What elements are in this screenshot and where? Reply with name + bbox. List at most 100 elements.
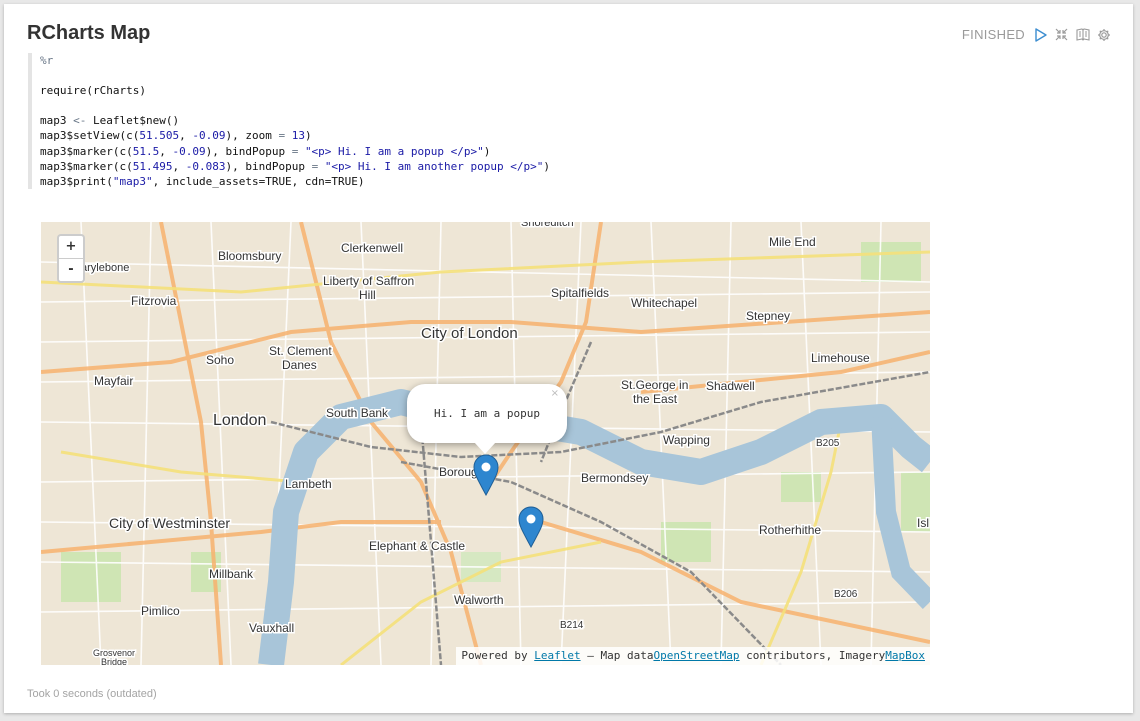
map-place-label: Clerkenwell xyxy=(341,241,403,255)
code-token: ) xyxy=(543,159,550,173)
code-token: require(rCharts) xyxy=(40,84,146,98)
map-place-label: Limehouse xyxy=(811,351,870,365)
map-marker-2[interactable] xyxy=(518,506,544,548)
attribution-prefix: Powered by xyxy=(461,649,535,662)
code-line: require(rCharts) xyxy=(40,83,928,98)
popup-text: Hi. I am a popup xyxy=(434,407,540,420)
code-token: map3$marker(c( xyxy=(40,159,133,173)
code-token: -0.09 xyxy=(192,129,226,143)
code-token: ), bindPopup xyxy=(225,159,312,173)
zoom-in-button[interactable]: + xyxy=(59,236,83,258)
map-place-label: Hill xyxy=(359,288,376,302)
book-icon[interactable] xyxy=(1075,27,1090,42)
paragraph-title[interactable]: RCharts Map xyxy=(27,22,150,45)
map-place-label: Shadwell xyxy=(706,379,755,393)
leaflet-link[interactable]: Leaflet xyxy=(534,649,580,662)
code-line: map3$marker(c(51.5, -0.09), bindPopup = … xyxy=(40,144,928,159)
map-place-label: City of Westminster xyxy=(109,515,230,531)
code-token: , xyxy=(159,144,173,158)
code-token: -0.083 xyxy=(185,159,226,173)
map-place-label: Bloomsbury xyxy=(218,249,281,263)
map-place-label: the East xyxy=(633,392,678,406)
code-token: ), bindPopup xyxy=(205,144,292,158)
code-token: 13 xyxy=(291,129,305,143)
code-line: map3$print("map3", include_assets=TRUE, … xyxy=(40,174,928,189)
map-place-label: Shoreditch xyxy=(521,222,574,229)
map-place-label: London xyxy=(213,412,266,429)
code-token: map3$marker(c( xyxy=(40,144,133,158)
run-icon[interactable] xyxy=(1033,27,1048,42)
map-place-label: Millbank xyxy=(209,567,254,581)
code-line: %r xyxy=(40,53,928,68)
map-place-label: Mile End xyxy=(769,235,816,249)
code-token: ) xyxy=(483,144,491,158)
code-line: map3 <- Leaflet$new() xyxy=(40,113,928,128)
map-place-label: City of London xyxy=(421,325,518,342)
map-place-label: B214 xyxy=(560,620,584,631)
map-place-label: St. Clement xyxy=(269,344,332,358)
map-place-label: Stepney xyxy=(746,309,790,323)
hide-editor-icon[interactable] xyxy=(1054,27,1069,42)
code-token: <- xyxy=(73,114,87,128)
code-token: ), zoom xyxy=(225,129,279,143)
execution-time: Took 0 seconds (outdated) xyxy=(27,688,157,700)
code-token: map3$print( xyxy=(40,174,113,188)
attribution-mid2: contributors, Imagery xyxy=(739,649,886,662)
notebook-paragraph: RCharts Map FINISHED %r require(rCharts)… xyxy=(4,4,1133,713)
map-place-label: Pimlico xyxy=(141,604,180,618)
code-token: map3$setView(c( xyxy=(40,129,140,143)
map-place-label: Bermondsey xyxy=(581,471,648,485)
code-token: , include_assets=TRUE, cdn=TRUE) xyxy=(152,174,365,188)
code-token: "<p> Hi. I am a popup </p>" xyxy=(304,144,484,158)
map-place-label: Fitzrovia xyxy=(131,294,177,308)
map-place-label: Lambeth xyxy=(285,477,332,491)
settings-icon[interactable] xyxy=(1096,27,1111,42)
map-place-label: Liberty of Saffron xyxy=(323,274,414,288)
code-token: 51.505 xyxy=(139,129,180,143)
map-place-label: B206 xyxy=(834,589,858,600)
marker-popup: Hi. I am a popup × xyxy=(407,384,567,443)
map-place-label: Vauxhall xyxy=(249,621,294,635)
map-place-label: Bridge xyxy=(101,657,127,665)
map-marker-1[interactable] xyxy=(473,454,499,496)
code-line: map3$marker(c(51.495, -0.083), bindPopup… xyxy=(40,159,928,174)
code-line: map3$setView(c(51.505, -0.09), zoom = 13… xyxy=(40,128,928,143)
code-token: -0.09 xyxy=(172,144,206,158)
map-place-label: Danes xyxy=(282,358,317,372)
code-token: "map3" xyxy=(112,174,153,188)
popup-close-button[interactable]: × xyxy=(551,388,559,399)
map-place-label: Mayfair xyxy=(94,374,133,388)
code-editor[interactable]: %r require(rCharts) map3 <- Leaflet$new() m… xyxy=(28,53,928,189)
code-token: 51.495 xyxy=(132,159,173,173)
map-place-label: Spitalfields xyxy=(551,286,609,300)
map-place-label: Elephant & Castle xyxy=(369,539,465,553)
code-token: %r xyxy=(40,54,54,67)
code-token: map3 xyxy=(40,114,74,128)
map-place-label: Walworth xyxy=(454,593,504,607)
code-token: "<p> Hi. I am another popup </p>" xyxy=(324,159,544,173)
code-token: 51.5 xyxy=(132,144,160,158)
openstreetmap-link[interactable]: OpenStreetMap xyxy=(653,649,739,662)
code-token: Leaflet$new() xyxy=(86,114,180,128)
status-label: FINISHED xyxy=(961,27,1025,42)
popup-tip xyxy=(474,442,496,454)
code-token: ) xyxy=(304,129,312,143)
map-place-label: Wapping xyxy=(663,433,710,447)
zoom-control: + - xyxy=(57,234,85,283)
map-attribution: Powered by Leaflet — Map dataOpenStreetM… xyxy=(456,647,930,665)
leaflet-map[interactable]: Clerkenwell Mile End arylebone Bloomsbury Li… xyxy=(41,222,930,665)
paragraph-controls: FINISHED xyxy=(962,27,1111,42)
map-place-label: Rotherhithe xyxy=(759,523,821,537)
code-token: , xyxy=(172,159,186,173)
zoom-out-button[interactable]: - xyxy=(59,258,83,281)
map-place-label: Whitechapel xyxy=(631,296,697,310)
map-place-label: Soho xyxy=(206,353,234,367)
map-place-label: South Bank xyxy=(326,406,389,420)
attribution-mid: — Map data xyxy=(580,649,654,662)
code-token: , xyxy=(179,129,193,143)
mapbox-link[interactable]: MapBox xyxy=(885,649,925,662)
